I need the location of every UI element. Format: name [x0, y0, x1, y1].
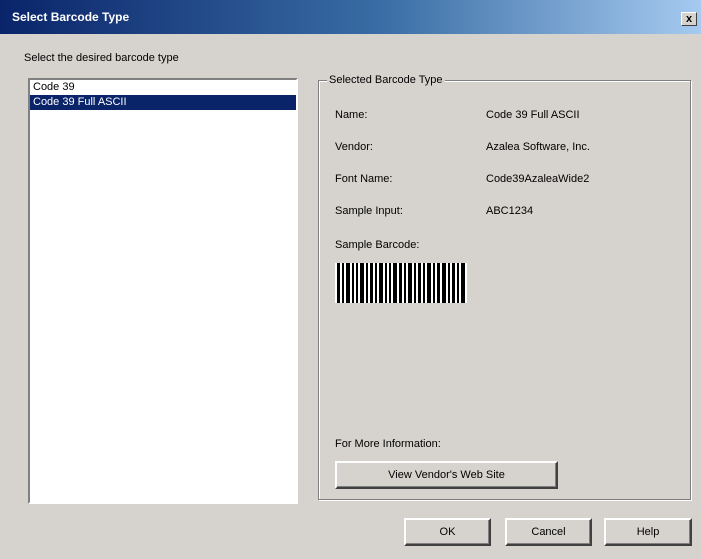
font-name-label: Font Name:: [335, 173, 393, 185]
close-button[interactable]: x: [681, 12, 697, 26]
barcode-type-list[interactable]: Code 39 Code 39 Full ASCII: [28, 78, 298, 504]
prompt-label: Select the desired barcode type: [24, 52, 179, 64]
name-value: Code 39 Full ASCII: [486, 109, 580, 121]
sample-barcode-image: [335, 263, 467, 303]
view-vendor-website-button[interactable]: View Vendor's Web Site: [335, 461, 558, 489]
title-bar: Select Barcode Type x: [0, 0, 701, 34]
sample-barcode-label: Sample Barcode:: [335, 239, 420, 251]
list-item-code39[interactable]: Code 39: [30, 80, 296, 95]
sample-input-value: ABC1234: [486, 205, 534, 217]
close-icon: x: [685, 13, 693, 25]
sample-input-label: Sample Input:: [335, 205, 403, 217]
vendor-label: Vendor:: [335, 141, 373, 153]
vendor-value: Azalea Software, Inc.: [486, 141, 590, 153]
help-button[interactable]: Help: [604, 518, 692, 546]
ok-button[interactable]: OK: [404, 518, 491, 546]
name-label: Name:: [335, 109, 368, 121]
more-info-label: For More Information:: [335, 438, 441, 450]
list-item-code39-full-ascii[interactable]: Code 39 Full ASCII: [30, 95, 296, 110]
font-name-value: Code39AzaleaWide2: [486, 173, 590, 185]
selected-barcode-group: Selected Barcode Type Name: Code 39 Full…: [318, 74, 691, 500]
window-title: Select Barcode Type: [12, 10, 130, 24]
group-title: Selected Barcode Type: [327, 74, 445, 86]
cancel-button[interactable]: Cancel: [505, 518, 592, 546]
